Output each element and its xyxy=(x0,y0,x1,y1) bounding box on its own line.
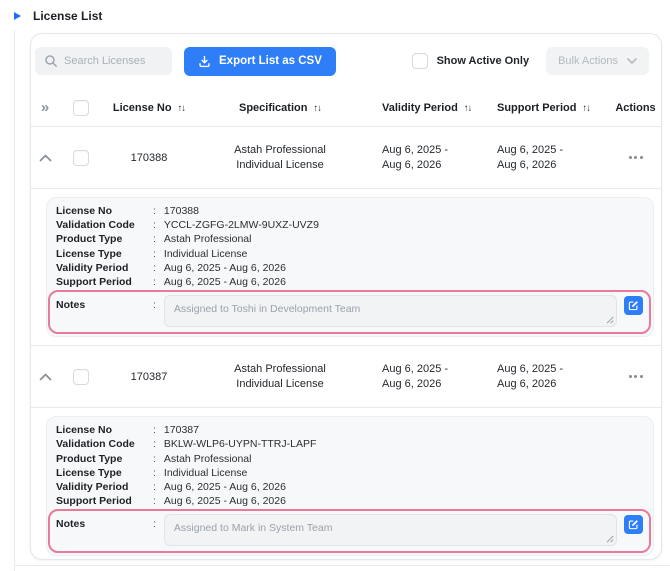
sort-icon[interactable]: ↑↓ xyxy=(464,103,472,114)
select-all-checkbox[interactable] xyxy=(73,99,89,116)
section-divider xyxy=(14,565,670,566)
section-toggle-icon[interactable] xyxy=(14,12,21,20)
header-actions: Actions xyxy=(615,101,656,114)
row-actions-icon[interactable] xyxy=(610,150,661,165)
detail-value: Astah Professional xyxy=(163,452,252,465)
license-list-card: Export List as CSV Show Active Only Bulk… xyxy=(30,33,662,560)
detail-label: Validity Period xyxy=(56,261,129,274)
detail-label: License No xyxy=(56,205,113,217)
sort-icon[interactable]: ↑↓ xyxy=(583,103,591,114)
pencil-square-icon xyxy=(628,300,639,311)
resize-grip-icon[interactable] xyxy=(606,316,614,324)
show-active-filter: Show Active Only xyxy=(411,53,530,69)
license-no-cell: 170388 xyxy=(130,151,168,164)
detail-value: Aug 6, 2025 - Aug 6, 2026 xyxy=(163,276,286,289)
export-csv-button[interactable]: Export List as CSV xyxy=(184,46,336,76)
collapse-row-icon[interactable] xyxy=(31,154,59,162)
notes-edit-button[interactable] xyxy=(624,296,643,316)
header-support-period[interactable]: Support Period ↑↓ xyxy=(490,102,610,114)
detail-label: Validation Code xyxy=(56,219,135,232)
notes-label: Notes xyxy=(56,518,86,531)
search-box[interactable] xyxy=(35,47,172,75)
license-row: 170387 Astah Professional Individual Lice… xyxy=(31,346,661,409)
expand-all-icon[interactable]: » xyxy=(31,99,59,116)
detail-value: Aug 6, 2025 - Aug 6, 2026 xyxy=(163,481,286,494)
detail-value: 170387 xyxy=(163,424,199,437)
notes-label: Notes xyxy=(56,299,86,312)
license-no-cell: 170387 xyxy=(130,370,168,383)
detail-value: BKLW-WLP6-UYPN-TTRJ-LAPF xyxy=(163,438,317,451)
license-detail-row: License No:170388 Validation Code: YCCL-Z… xyxy=(31,189,661,347)
section-indent-rule xyxy=(14,30,15,571)
detail-value: Individual License xyxy=(163,247,248,260)
bulk-actions-label: Bulk Actions xyxy=(558,55,618,67)
support-period-cell: Aug 6, 2025 - Aug 6, 2026 xyxy=(497,143,564,171)
validity-period-cell: Aug 6, 2025 - Aug 6, 2026 xyxy=(382,143,449,171)
show-active-label: Show Active Only xyxy=(436,55,530,67)
license-detail-row: License No:170387 Validation Code: BKLW-W… xyxy=(31,408,661,559)
detail-label: Support Period xyxy=(56,276,132,289)
detail-label: Validation Code xyxy=(56,438,135,451)
pencil-square-icon xyxy=(628,519,639,530)
notes-highlight: Notes : Assigned to Mark in System Team xyxy=(48,509,651,554)
detail-value: YCCL-ZGFG-2LMW-9UXZ-UVZ9 xyxy=(163,219,319,232)
detail-value: Aug 6, 2025 - Aug 6, 2026 xyxy=(163,261,286,274)
detail-label: Support Period xyxy=(56,495,132,508)
collapse-row-icon[interactable] xyxy=(31,373,59,381)
toolbar: Export List as CSV Show Active Only Bulk… xyxy=(31,34,661,89)
detail-label: License Type xyxy=(56,247,122,260)
sort-icon[interactable]: ↑↓ xyxy=(314,103,322,114)
page-title: License List xyxy=(33,9,103,23)
show-active-checkbox[interactable] xyxy=(411,53,428,69)
chevron-down-icon xyxy=(627,58,637,64)
detail-value: Astah Professional xyxy=(163,233,252,246)
detail-label: Validity Period xyxy=(56,481,129,494)
notes-textarea[interactable]: Assigned to Toshi in Development Team xyxy=(163,295,617,328)
header-specification[interactable]: Specification ↑↓ xyxy=(195,102,365,114)
detail-value: Individual License xyxy=(163,466,248,479)
detail-value: 170388 xyxy=(163,205,199,217)
row-actions-icon[interactable] xyxy=(610,369,661,384)
section-header: License List xyxy=(14,9,102,23)
specification-cell: Astah Professional Individual License xyxy=(234,362,326,390)
license-row: 170388 Astah Professional Individual Lice… xyxy=(31,127,661,189)
search-input[interactable] xyxy=(64,55,172,67)
detail-label: Product Type xyxy=(56,233,123,246)
download-icon xyxy=(198,55,211,68)
specification-cell: Astah Professional Individual License xyxy=(234,143,326,171)
header-validity-period[interactable]: Validity Period ↑↓ xyxy=(365,102,490,114)
support-period-cell: Aug 6, 2025 - Aug 6, 2026 xyxy=(497,362,564,390)
detail-label: Product Type xyxy=(56,452,123,465)
resize-grip-icon[interactable] xyxy=(606,535,614,543)
search-icon xyxy=(44,54,58,68)
notes-highlight: Notes : Assigned to Toshi in Development… xyxy=(48,290,651,335)
notes-edit-button[interactable] xyxy=(624,515,643,535)
detail-label: License Type xyxy=(56,466,122,479)
table-header-row: » License No ↑↓ Specification ↑↓ Validit… xyxy=(31,89,661,127)
export-csv-label: Export List as CSV xyxy=(219,55,322,67)
header-license-no[interactable]: License No ↑↓ xyxy=(103,102,195,114)
detail-value: Aug 6, 2025 - Aug 6, 2026 xyxy=(163,495,286,508)
row-checkbox[interactable] xyxy=(73,368,89,385)
license-detail-panel: License No:170388 Validation Code: YCCL-Z… xyxy=(46,197,654,338)
row-checkbox[interactable] xyxy=(73,149,89,166)
bulk-actions-button[interactable]: Bulk Actions xyxy=(546,47,649,75)
detail-label: License No xyxy=(56,424,113,437)
validity-period-cell: Aug 6, 2025 - Aug 6, 2026 xyxy=(382,362,449,390)
notes-textarea[interactable]: Assigned to Mark in System Team xyxy=(163,514,617,547)
sort-icon[interactable]: ↑↓ xyxy=(178,103,186,114)
license-detail-panel: License No:170387 Validation Code: BKLW-W… xyxy=(46,416,654,557)
